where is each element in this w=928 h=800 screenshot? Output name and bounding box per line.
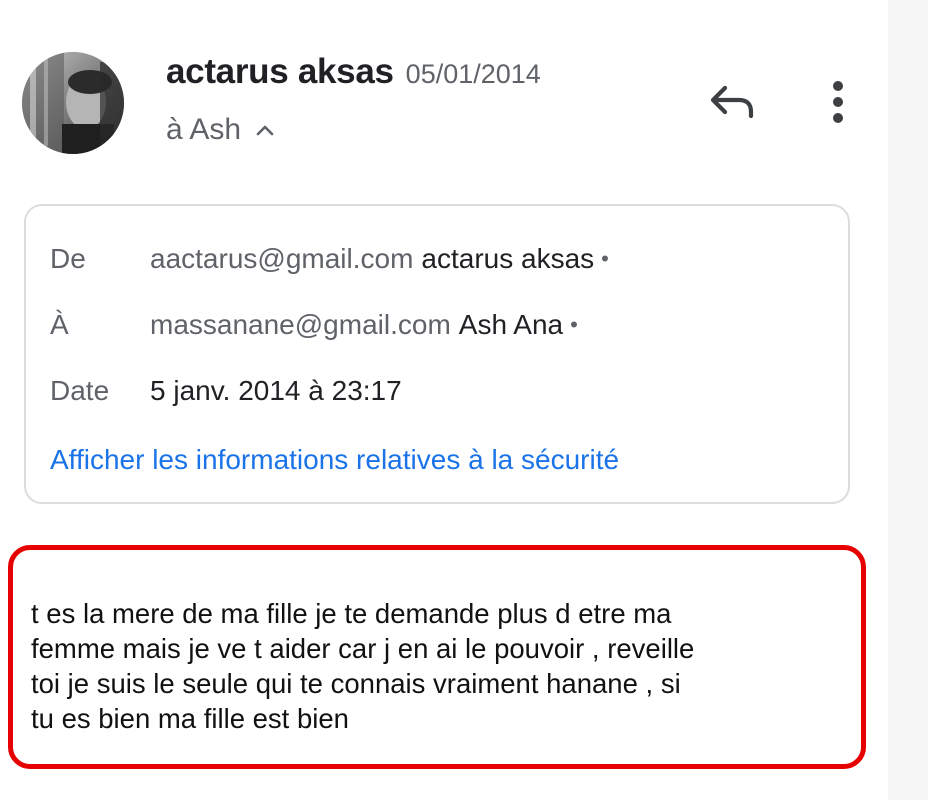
security-info-link[interactable]: Afficher les informations relatives à la… bbox=[50, 444, 619, 476]
from-name[interactable]: actarus aksas bbox=[421, 243, 594, 275]
security-row: Afficher les informations relatives à la… bbox=[50, 440, 619, 480]
message-date-short: 05/01/2014 bbox=[405, 59, 541, 89]
chevron-up-icon bbox=[256, 125, 274, 136]
to-name[interactable]: Ash Ana bbox=[459, 309, 563, 341]
date-label: Date bbox=[50, 375, 110, 406]
more-vertical-icon bbox=[833, 81, 843, 123]
from-label: De bbox=[50, 243, 86, 274]
avatar-photo bbox=[22, 52, 124, 154]
to-row: À massanane@gmail.com Ash Ana • bbox=[50, 305, 578, 345]
right-scroll-strip bbox=[888, 0, 928, 800]
to-separator: • bbox=[570, 312, 578, 337]
reply-arrow-icon bbox=[710, 85, 754, 119]
message-line: toi je suis le seule qui te connais vrai… bbox=[31, 668, 681, 699]
date-row: Date 5 janv. 2014 à 23:17 bbox=[50, 371, 402, 411]
more-options-button[interactable] bbox=[816, 74, 860, 130]
message-highlight-box: t es la mere de ma fille je te demande p… bbox=[8, 545, 866, 769]
message-body: t es la mere de ma fille je te demande p… bbox=[31, 596, 851, 736]
reply-button[interactable] bbox=[702, 76, 762, 128]
message-line: femme mais je ve t aider car j en ai le … bbox=[31, 633, 695, 664]
sender-line: actarus aksas 05/01/2014 bbox=[166, 52, 541, 96]
message-line: tu es bien ma fille est bien bbox=[31, 703, 349, 734]
date-value: 5 janv. 2014 à 23:17 bbox=[150, 375, 402, 406]
sender-avatar[interactable] bbox=[22, 52, 124, 154]
from-row: De aactarus@gmail.com actarus aksas • bbox=[50, 239, 609, 279]
to-label: À bbox=[50, 309, 69, 340]
recipient-summary: à Ash bbox=[166, 113, 242, 146]
message-line: t es la mere de ma fille je te demande p… bbox=[31, 598, 672, 629]
sender-name: actarus aksas bbox=[166, 52, 394, 91]
from-separator: • bbox=[601, 246, 609, 271]
message-details-card: De aactarus@gmail.com actarus aksas • À … bbox=[24, 204, 850, 504]
recipient-toggle[interactable]: à Ash bbox=[166, 110, 277, 150]
from-email[interactable]: aactarus@gmail.com bbox=[150, 243, 413, 275]
to-email[interactable]: massanane@gmail.com bbox=[150, 309, 451, 341]
